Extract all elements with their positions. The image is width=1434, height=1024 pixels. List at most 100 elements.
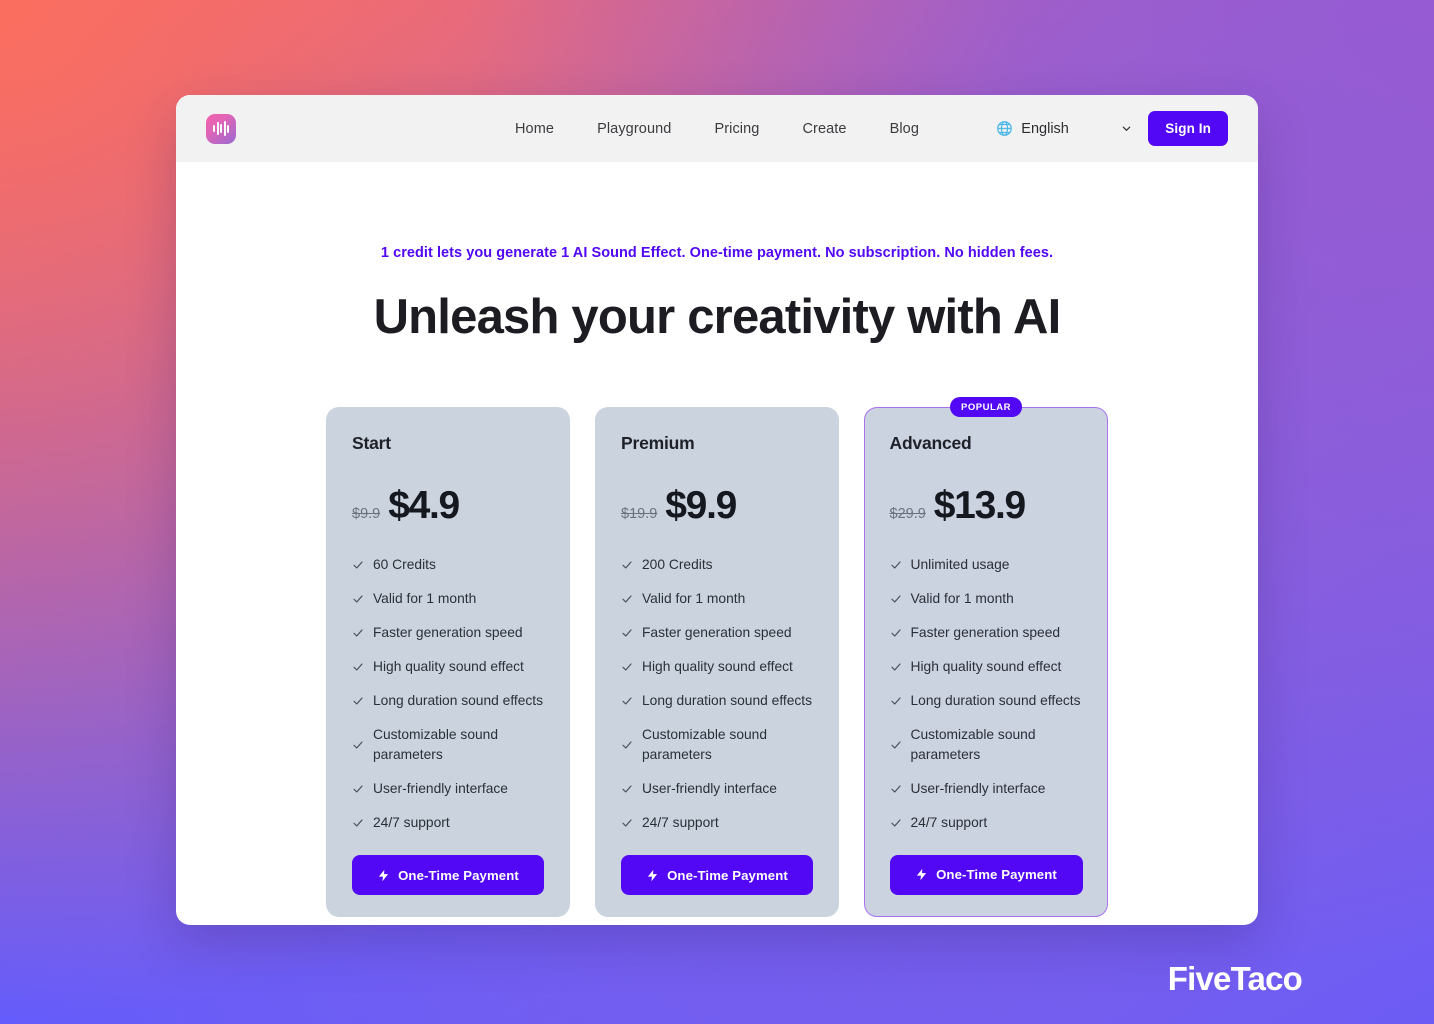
main-panel: Home Playground Pricing Create Blog Engl… <box>176 95 1258 925</box>
language-selector[interactable]: English <box>990 116 1139 141</box>
plan-name: Advanced <box>889 432 972 453</box>
fivetaco-watermark: FiveTaco <box>1167 960 1303 997</box>
page-title: Unleash your creativity with AI <box>373 290 1062 344</box>
check-icon <box>353 785 363 793</box>
language-selected-value: English <box>1021 120 1069 137</box>
one-time-payment-label: One-Time Payment <box>398 867 519 883</box>
price-row: $29.9 $13.9 <box>890 486 1083 525</box>
hero-subtitle: 1 credit lets you generate 1 AI Sound Ef… <box>380 245 1054 261</box>
check-icon <box>890 628 901 637</box>
feature-label: Faster generation speed <box>642 625 792 640</box>
feature-label: Unlimited usage <box>910 556 1010 572</box>
nav-link-playground[interactable]: Playground <box>597 121 671 137</box>
feature-label: User-friendly interface <box>910 780 1046 796</box>
plan-name: Premium <box>621 433 695 453</box>
check-icon <box>890 560 901 569</box>
lightning-bolt-icon <box>378 869 389 881</box>
feature-item: High quality sound effect <box>621 657 813 677</box>
check-icon <box>622 561 632 569</box>
globe-icon <box>997 121 1013 136</box>
feature-label: 200 Credits <box>642 557 713 572</box>
feature-label: Valid for 1 month <box>642 591 746 606</box>
feature-label: 24/7 support <box>642 815 719 830</box>
feature-list: Unlimited usage Valid for 1 month Faster… <box>890 555 1083 833</box>
price-original: $29.9 <box>889 505 926 522</box>
lightning-bolt-icon <box>916 868 927 881</box>
feature-label: Faster generation speed <box>373 625 523 640</box>
feature-label: High quality sound effect <box>373 659 524 674</box>
price-current: $4.9 <box>388 484 460 527</box>
feature-item: 24/7 support <box>890 813 1083 833</box>
feature-label: Valid for 1 month <box>373 591 477 606</box>
feature-label: Long duration sound effects <box>373 693 544 708</box>
nav-link-blog[interactable]: Blog <box>890 121 919 137</box>
pricing-card-advanced[interactable]: POPULAR Advanced $29.9 $13.9 Unlimited u… <box>864 397 1108 917</box>
feature-item: User-friendly interface <box>352 779 544 799</box>
price-original: $19.9 <box>621 506 658 522</box>
navbar-right: English Sign In <box>990 111 1228 146</box>
feature-item: High quality sound effect <box>890 657 1083 677</box>
feature-label: High quality sound effect <box>910 658 1062 674</box>
check-icon <box>890 740 901 749</box>
navbar: Home Playground Pricing Create Blog Engl… <box>176 95 1258 162</box>
price-current: $9.9 <box>665 484 737 527</box>
check-icon <box>622 785 632 793</box>
feature-item: Customizable sound parameters <box>621 725 813 765</box>
feature-item: Long duration sound effects <box>352 691 544 711</box>
feature-item: Unlimited usage <box>890 555 1083 575</box>
check-icon <box>622 741 632 749</box>
nav-link-create[interactable]: Create <box>802 121 846 137</box>
one-time-payment-button[interactable]: One-Time Payment <box>889 854 1083 895</box>
feature-item: Valid for 1 month <box>621 589 813 609</box>
feature-item: Valid for 1 month <box>352 589 544 609</box>
check-icon <box>353 561 363 569</box>
check-icon <box>353 697 363 705</box>
check-icon <box>622 629 632 637</box>
one-time-payment-label: One-Time Payment <box>936 867 1057 882</box>
feature-label: User-friendly interface <box>373 781 508 796</box>
feature-item: Customizable sound parameters <box>890 725 1083 765</box>
feature-label: 60 Credits <box>373 557 436 572</box>
feature-label: User-friendly interface <box>642 781 777 796</box>
check-icon <box>353 595 363 603</box>
feature-item: 200 Credits <box>621 555 813 575</box>
feature-item: High quality sound effect <box>352 657 544 677</box>
feature-item: 24/7 support <box>352 813 544 833</box>
check-icon <box>890 594 901 603</box>
waveform-logo-icon[interactable] <box>206 113 236 144</box>
feature-item: User-friendly interface <box>621 779 813 799</box>
feature-label: High quality sound effect <box>642 659 793 674</box>
check-icon <box>353 629 363 637</box>
check-icon <box>622 819 632 827</box>
check-icon <box>353 741 363 749</box>
feature-label: Long duration sound effects <box>910 692 1081 708</box>
feature-list: 60 Credits Valid for 1 month Faster gene… <box>352 555 544 833</box>
feature-label: Long duration sound effects <box>642 693 813 708</box>
feature-label: 24/7 support <box>373 815 450 830</box>
check-icon <box>622 663 632 671</box>
hero-section: 1 credit lets you generate 1 AI Sound Ef… <box>176 162 1258 345</box>
popular-badge: POPULAR <box>950 397 1022 417</box>
one-time-payment-button[interactable]: One-Time Payment <box>352 855 544 895</box>
sign-in-button[interactable]: Sign In <box>1148 111 1228 146</box>
check-icon <box>890 662 901 671</box>
check-icon <box>353 663 363 671</box>
check-icon <box>890 818 901 827</box>
check-icon <box>622 697 632 705</box>
one-time-payment-label: One-Time Payment <box>667 867 788 883</box>
feature-label: Valid for 1 month <box>910 590 1014 606</box>
nav-link-pricing[interactable]: Pricing <box>714 121 759 137</box>
nav-link-home[interactable]: Home <box>515 121 554 137</box>
feature-label: Customizable sound parameters <box>642 727 768 762</box>
price-row: $19.9 $9.9 <box>621 486 813 525</box>
chevron-down-icon <box>1122 126 1131 131</box>
feature-item: Customizable sound parameters <box>352 725 544 765</box>
lightning-bolt-icon <box>647 869 658 881</box>
pricing-card-start[interactable]: Start $9.9 $4.9 60 Credits Valid for 1 m… <box>326 407 570 917</box>
feature-item: Faster generation speed <box>352 623 544 643</box>
pricing-card-premium[interactable]: Premium $19.9 $9.9 200 Credits Valid for… <box>595 407 839 917</box>
feature-item: Long duration sound effects <box>890 691 1083 711</box>
one-time-payment-button[interactable]: One-Time Payment <box>621 855 813 895</box>
feature-item: Long duration sound effects <box>621 691 813 711</box>
plan-name: Start <box>352 433 391 453</box>
